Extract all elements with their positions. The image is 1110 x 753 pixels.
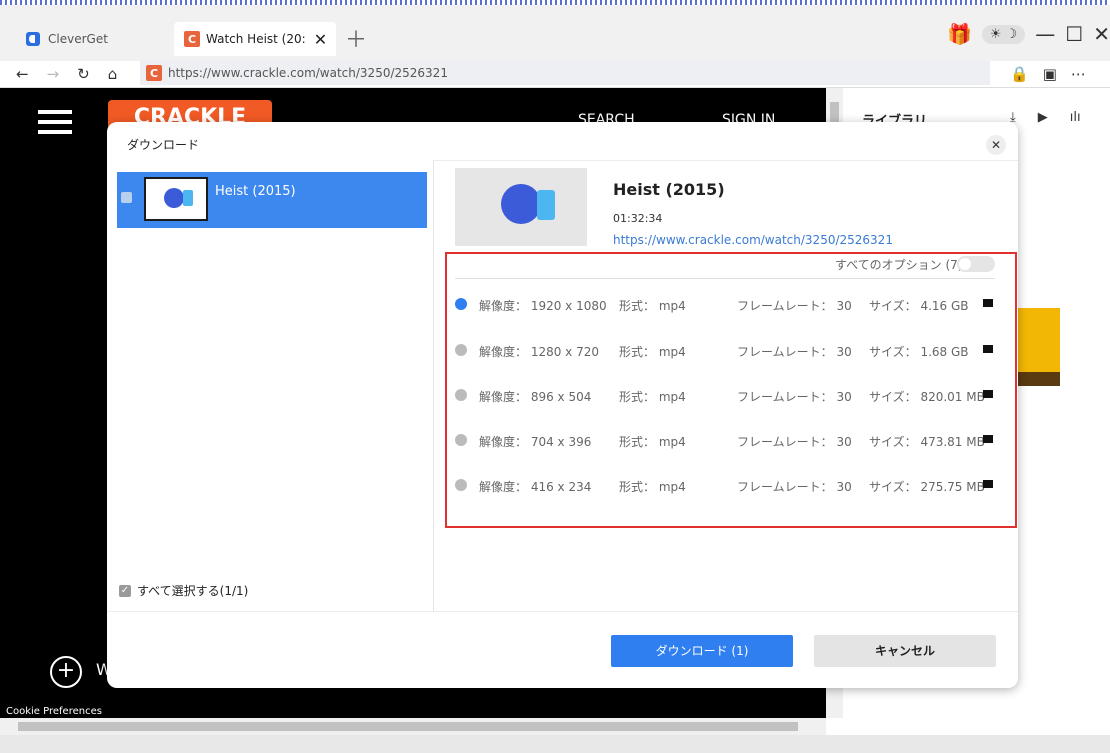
video-preview bbox=[455, 168, 587, 246]
all-options-label: すべてのオプション (7) bbox=[835, 258, 963, 272]
gift-icon[interactable]: 🎁 bbox=[947, 22, 972, 46]
horizontal-scrollbar[interactable] bbox=[0, 718, 826, 735]
preview-icon[interactable] bbox=[983, 345, 993, 353]
checkbox-icon: ✓ bbox=[119, 584, 131, 597]
option-row[interactable]: 解像度： 704 x 396 形式： mp4 フレームレート： 30 サイズ： … bbox=[455, 430, 995, 450]
add-icon[interactable]: + bbox=[50, 656, 82, 688]
tab-watch-heist[interactable]: C Watch Heist (20: ✕ bbox=[174, 22, 336, 56]
crackle-favicon-icon: C bbox=[184, 31, 200, 47]
video-icon[interactable]: ▶ bbox=[1038, 110, 1048, 125]
toolbar-right: 🔒 ▣ ⋯ bbox=[1010, 61, 1086, 87]
close-icon[interactable]: ✕ bbox=[986, 135, 1006, 155]
dialog-title: ダウンロード bbox=[127, 138, 200, 152]
radio-icon[interactable] bbox=[455, 344, 467, 356]
preview-icon[interactable] bbox=[983, 390, 993, 398]
radio-icon[interactable] bbox=[455, 389, 467, 401]
status-bar bbox=[0, 735, 1110, 753]
tab-label: Watch Heist (20: bbox=[206, 32, 306, 46]
option-row[interactable]: 解像度： 1280 x 720 形式： mp4 フレームレート： 30 サイズ：… bbox=[455, 340, 995, 360]
video-url-link[interactable]: https://www.crackle.com/watch/3250/25263… bbox=[613, 233, 893, 247]
lock-icon[interactable]: 🔒 bbox=[1010, 65, 1029, 83]
tab-bar bbox=[0, 5, 1110, 61]
library-thumbnail-shadow bbox=[1018, 372, 1060, 386]
nav-buttons: ← → ↻ ⌂ bbox=[16, 61, 117, 87]
download-button[interactable]: ダウンロード (1) bbox=[611, 635, 793, 667]
select-all-label: すべて選択する(1/1) bbox=[137, 584, 249, 598]
video-thumbnail bbox=[144, 177, 208, 221]
tab-cleverget[interactable]: CleverGet bbox=[14, 22, 164, 56]
select-all-checkbox[interactable]: ✓ すべて選択する(1/1) bbox=[119, 582, 248, 599]
audio-icon[interactable]: ılı bbox=[1070, 110, 1081, 125]
library-tabs: ⤓ ▶ ılı bbox=[1010, 110, 1081, 125]
crackle-favicon-icon: C bbox=[146, 65, 162, 81]
divider bbox=[107, 611, 1018, 612]
radio-icon[interactable] bbox=[455, 434, 467, 446]
new-tab-icon[interactable]: ＋ bbox=[345, 22, 367, 54]
all-options-toggle[interactable] bbox=[957, 256, 995, 272]
url-text: https://www.crackle.com/watch/3250/25263… bbox=[168, 66, 448, 80]
back-icon[interactable]: ← bbox=[16, 65, 29, 83]
radio-selected-icon[interactable] bbox=[455, 298, 467, 310]
close-window-icon[interactable]: ✕ bbox=[1093, 22, 1110, 46]
preview-icon[interactable] bbox=[983, 299, 993, 307]
window-controls: 🎁 ☀ ☽ — ☐ ✕ bbox=[947, 22, 1110, 46]
divider bbox=[455, 278, 995, 279]
hamburger-menu-icon[interactable] bbox=[38, 110, 72, 140]
cleverget-icon bbox=[26, 32, 40, 46]
item-checkbox[interactable] bbox=[121, 192, 132, 203]
theme-toggle-icon[interactable]: ☀ ☽ bbox=[981, 24, 1026, 44]
url-bar[interactable]: C https://www.crackle.com/watch/3250/252… bbox=[140, 61, 990, 85]
forward-icon[interactable]: → bbox=[47, 65, 60, 83]
maximize-icon[interactable]: ☐ bbox=[1065, 22, 1083, 46]
radio-icon[interactable] bbox=[455, 479, 467, 491]
minimize-icon[interactable]: — bbox=[1035, 22, 1055, 46]
option-row[interactable]: 解像度： 416 x 234 形式： mp4 フレームレート： 30 サイズ： … bbox=[455, 475, 995, 495]
video-duration: 01:32:34 bbox=[613, 212, 663, 225]
cookie-preferences-link[interactable]: Cookie Preferences bbox=[6, 706, 102, 717]
tab-label: CleverGet bbox=[48, 32, 108, 46]
option-row[interactable]: 解像度： 1920 x 1080 形式： mp4 フレームレート： 30 サイズ… bbox=[455, 294, 995, 314]
option-row[interactable]: 解像度： 896 x 504 形式： mp4 フレームレート： 30 サイズ： … bbox=[455, 385, 995, 405]
preview-icon[interactable] bbox=[983, 435, 993, 443]
home-icon[interactable]: ⌂ bbox=[108, 65, 118, 83]
cancel-button[interactable]: キャンセル bbox=[814, 635, 996, 667]
preview-icon[interactable] bbox=[983, 480, 993, 488]
download-dialog: ダウンロード ✕ Heist (2015) ✓ すべて選択する(1/1) Hei… bbox=[107, 122, 1018, 688]
more-icon[interactable]: ⋯ bbox=[1071, 65, 1086, 83]
reload-icon[interactable]: ↻ bbox=[77, 65, 90, 83]
close-tab-icon[interactable]: ✕ bbox=[314, 30, 327, 49]
item-title: Heist (2015) bbox=[215, 184, 296, 199]
video-title: Heist (2015) bbox=[613, 180, 725, 199]
clipboard-icon[interactable]: ▣ bbox=[1043, 65, 1057, 83]
